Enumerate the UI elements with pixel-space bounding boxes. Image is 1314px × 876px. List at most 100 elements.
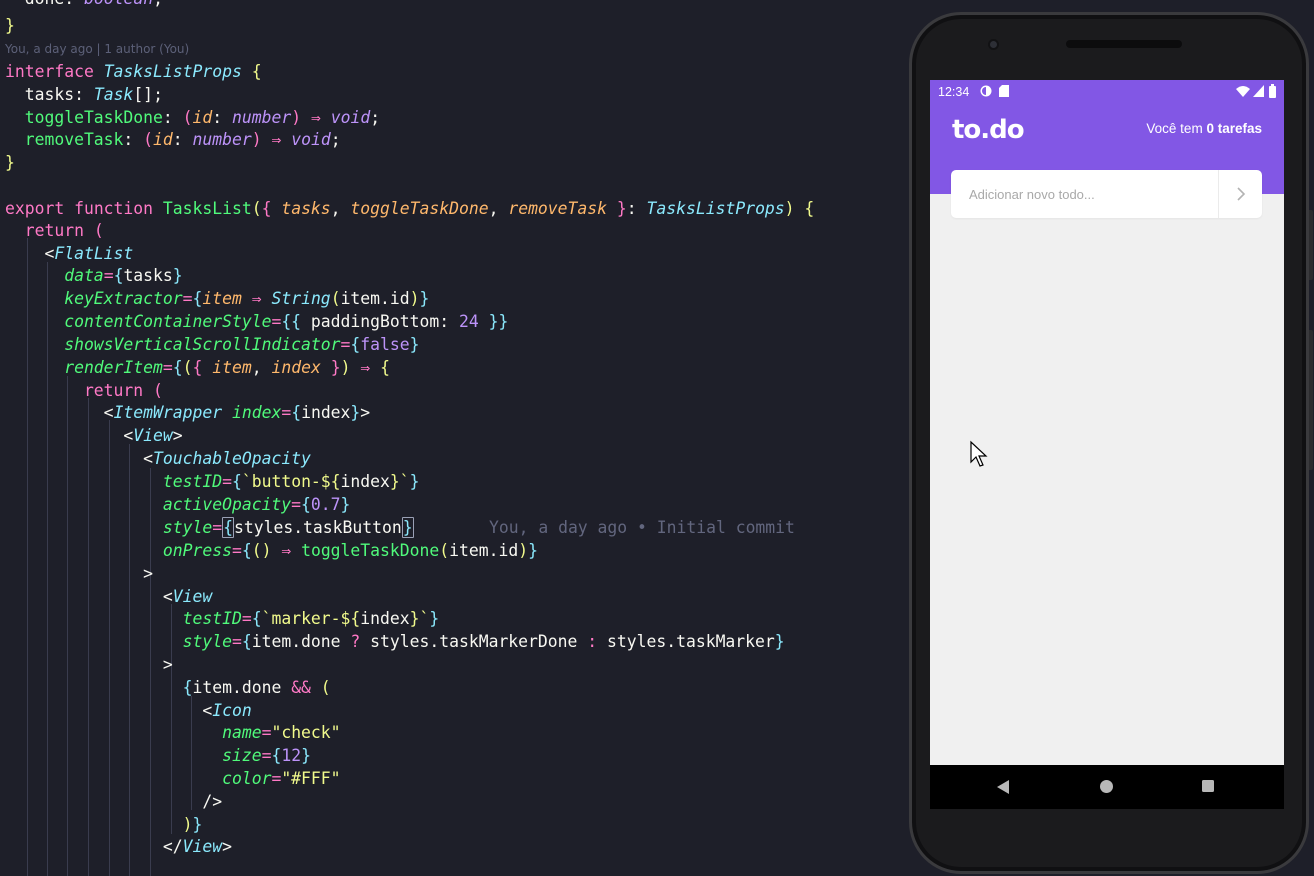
code-token: tasks: [281, 199, 331, 218]
code-token: item.id: [449, 541, 519, 560]
back-triangle-icon[interactable]: [996, 779, 1010, 795]
task-counter: Você tem 0 tarefas: [1146, 121, 1262, 136]
code-line: style={item.done ? styles.taskMarkerDone…: [5, 631, 785, 653]
code-token: index: [360, 609, 410, 628]
code-token: =: [340, 335, 351, 354]
code-token: 12: [281, 746, 302, 765]
code-line: tasks: Task[];: [5, 84, 163, 106]
code-token: TasksList: [162, 199, 252, 218]
code-token: =: [241, 609, 252, 628]
code-token: styles.taskButton: [233, 518, 402, 537]
code-token: tasks: [5, 85, 75, 104]
code-token: (: [182, 108, 193, 127]
code-line: }: [5, 152, 15, 174]
code-line: renderItem={({ item, index }) ⇒ {: [5, 357, 390, 379]
code-token: :: [172, 130, 193, 149]
home-circle-icon[interactable]: [1099, 779, 1114, 794]
code-line: <Icon: [5, 700, 251, 722]
code-token: index: [340, 472, 390, 491]
code-token: }: [774, 632, 785, 651]
inline-git-blame: You, a day ago • Initial commit: [489, 518, 795, 537]
new-todo-input[interactable]: [951, 170, 1218, 218]
code-token: {: [172, 358, 183, 377]
code-token: 24: [458, 312, 479, 331]
code-token: (: [320, 678, 331, 697]
code-token: ItemWrapper: [113, 403, 232, 422]
code-token: ⇒: [350, 358, 381, 377]
code-token: View: [133, 426, 173, 445]
code-line: <TouchableOpacity: [5, 448, 311, 470]
code-token: {: [5, 678, 193, 697]
code-token: item: [212, 358, 252, 377]
code-token: ): [291, 108, 302, 127]
code-token: }`: [409, 609, 430, 628]
code-token: <: [5, 587, 173, 606]
code-token: ): [340, 358, 351, 377]
code-token: :: [64, 0, 84, 8]
code-token: done: [25, 0, 64, 8]
code-token: View: [182, 837, 223, 856]
code-token: >: [5, 655, 173, 674]
code-token: styles.taskMarkerDone: [370, 632, 588, 651]
code-token: <: [5, 449, 154, 468]
code-token: onPress: [5, 541, 232, 560]
code-line: <View: [5, 586, 212, 608]
code-line: done: boolean;: [5, 0, 163, 10]
git-blame-header[interactable]: You, a day ago | 1 author (You): [5, 42, 189, 56]
code-token: number: [232, 108, 292, 127]
code-token: }: [409, 335, 420, 354]
code-token: {: [271, 746, 282, 765]
code-line: removeTask: (id: number) ⇒ void;: [5, 129, 341, 151]
code-token: export: [5, 199, 75, 218]
code-line: size={12}: [5, 745, 311, 767]
code-token: {: [291, 403, 302, 422]
code-token: `button-${: [241, 472, 341, 491]
code-line: />: [5, 791, 222, 813]
code-token: =: [271, 769, 282, 788]
code-token: name: [5, 723, 262, 742]
code-token: }: [330, 358, 341, 377]
code-line: testID={`button-${index}`}: [5, 471, 420, 493]
code-token: (: [330, 289, 341, 308]
code-token: false: [360, 335, 410, 354]
code-line: <View>: [5, 425, 182, 447]
code-token: 0.7: [310, 495, 341, 514]
code-editor[interactable]: You, a day ago | 1 author (You) done: bo…: [0, 0, 900, 876]
code-line: onPress={() ⇒ toggleTaskDone(item.id)}: [5, 540, 538, 562]
code-token: TasksListProps: [103, 62, 252, 81]
code-token: (: [439, 541, 450, 560]
add-todo-button[interactable]: [1218, 170, 1262, 218]
code-line: <FlatList: [5, 243, 133, 265]
code-token: style: [5, 518, 213, 537]
recents-square-icon[interactable]: [1201, 779, 1215, 793]
code-line: interface TasksListProps {: [5, 61, 262, 83]
code-line: data={tasks}: [5, 265, 182, 287]
code-token: {: [113, 266, 124, 285]
code-token: String: [271, 289, 331, 308]
code-token: `marker-${: [261, 609, 361, 628]
earpiece-speaker: [1066, 40, 1182, 48]
code-token: }: [5, 16, 15, 35]
code-token: {{: [281, 312, 311, 331]
code-token: ?: [350, 632, 371, 651]
code-line: >: [5, 563, 153, 585]
code-token: ⇒: [301, 108, 331, 127]
code-token: "#FFF": [281, 769, 341, 788]
android-nav-bar: [930, 765, 1284, 809]
code-line: )}: [5, 814, 203, 836]
app-screen: 12:34 to.do Você tem 0 tarefas: [930, 80, 1284, 765]
code-line: <ItemWrapper index={index}>: [5, 402, 371, 424]
code-line: name="check": [5, 722, 340, 744]
code-token: {: [192, 358, 213, 377]
task-counter-count: 0 tarefas: [1206, 121, 1262, 136]
code-token: =: [103, 266, 114, 285]
code-token: size: [5, 746, 262, 765]
code-token: ⇒: [261, 130, 292, 149]
code-token: =: [212, 518, 223, 537]
code-token: removeTask: [508, 199, 617, 218]
code-line: contentContainerStyle={{ paddingBottom: …: [5, 311, 508, 333]
code-token: }: [340, 495, 351, 514]
code-line: showsVerticalScrollIndicator={false}: [5, 334, 419, 356]
code-token: }: [401, 517, 414, 538]
code-token: return: [5, 221, 94, 240]
